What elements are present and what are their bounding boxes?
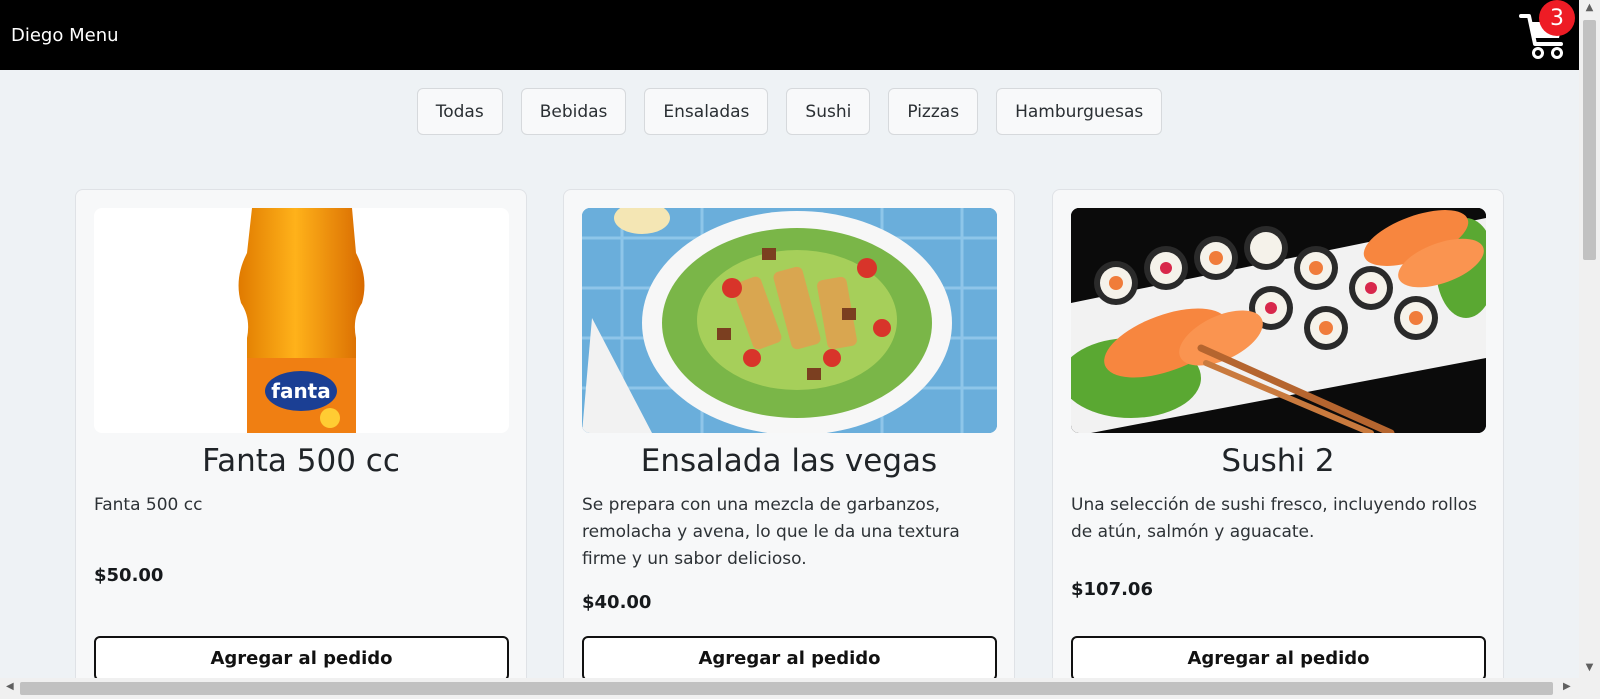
product-title: Sushi 2 (1221, 443, 1335, 479)
product-price: $40.00 (582, 592, 652, 613)
brand-link[interactable]: Diego Menu (11, 25, 119, 46)
category-button-sushi[interactable]: Sushi (786, 88, 871, 135)
scroll-left-arrow-icon[interactable]: ◀ (6, 681, 14, 692)
product-description: Fanta 500 cc (94, 495, 203, 515)
product-image-fanta: fanta (94, 208, 509, 433)
product-price: $50.00 (94, 565, 164, 586)
vertical-scrollbar-thumb[interactable] (1583, 20, 1596, 260)
scroll-up-arrow-icon[interactable]: ▲ (1579, 2, 1600, 13)
product-title: Fanta 500 cc (202, 443, 400, 479)
vertical-scrollbar[interactable]: ▲ ▼ (1579, 0, 1600, 699)
product-description: Se prepara con una mezcla de garbanzos, … (582, 495, 960, 569)
product-title: Ensalada las vegas (640, 443, 938, 479)
product-price: $107.06 (1071, 579, 1153, 600)
cart-button[interactable]: 3 (1519, 0, 1575, 60)
top-navbar: Diego Menu 3 (0, 0, 1579, 70)
add-to-order-button[interactable]: Agregar al pedido (582, 636, 997, 681)
product-image-salad (582, 208, 997, 433)
category-filter-bar: Todas Bebidas Ensaladas Sushi Pizzas Ham… (0, 88, 1579, 135)
cart-count-badge: 3 (1539, 0, 1575, 36)
category-button-pizzas[interactable]: Pizzas (888, 88, 979, 135)
product-description: Una selección de sushi fresco, incluyend… (1071, 495, 1477, 542)
horizontal-scrollbar-thumb[interactable] (20, 682, 1553, 695)
category-button-hamburguesas[interactable]: Hamburguesas (996, 88, 1163, 135)
add-to-order-button[interactable]: Agregar al pedido (94, 636, 509, 681)
product-card: Sushi 2 Una selección de sushi fresco, i… (1052, 189, 1504, 699)
category-button-bebidas[interactable]: Bebidas (520, 88, 627, 135)
horizontal-scrollbar[interactable]: ◀ ▶ (0, 678, 1579, 699)
product-card: fanta Fanta 500 cc Fanta 500 cc $50.00 A… (75, 189, 527, 699)
svg-text:fanta: fanta (271, 379, 331, 403)
scroll-down-arrow-icon[interactable]: ▼ (1579, 662, 1600, 673)
product-image-sushi (1071, 208, 1486, 433)
scroll-right-arrow-icon[interactable]: ▶ (1563, 681, 1571, 692)
category-button-todas[interactable]: Todas (416, 88, 503, 135)
category-button-ensaladas[interactable]: Ensaladas (644, 88, 769, 135)
product-card: Ensalada las vegas Se prepara con una me… (563, 189, 1015, 699)
add-to-order-button[interactable]: Agregar al pedido (1071, 636, 1486, 681)
